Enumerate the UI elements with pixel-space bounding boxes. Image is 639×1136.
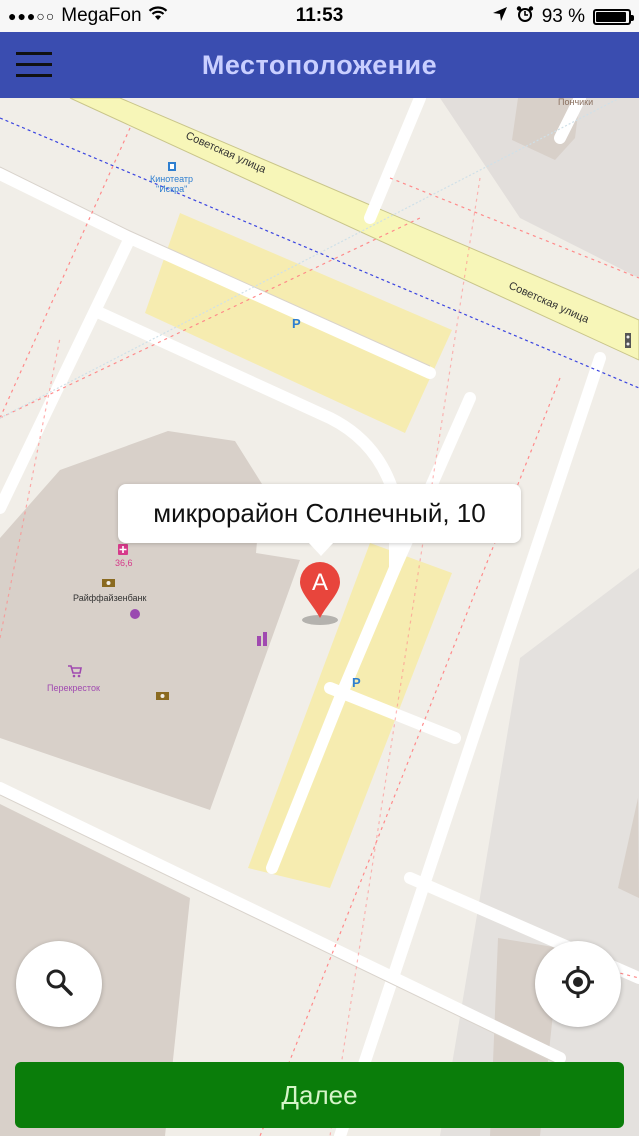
cinema-name-label: "Искра" (156, 184, 187, 194)
address-text: микрорайон Солнечный, 10 (153, 498, 486, 528)
pharmacy-label: 36,6 (115, 558, 133, 568)
status-right: 93 % (492, 5, 634, 29)
next-button[interactable]: Далее (15, 1062, 624, 1128)
battery-percent: 93 % (541, 6, 585, 27)
battery-fill (596, 12, 626, 22)
status-bar: ●●●○○ MegaFon 11:53 93 % (0, 0, 639, 32)
top-right-label: Пончики (558, 98, 593, 107)
traffic-light-icon (625, 333, 631, 348)
parking-label-2: P (352, 675, 361, 690)
search-button[interactable] (16, 941, 102, 1027)
parking-label-1: P (292, 316, 301, 331)
bank-label: Райффайзенбанк (73, 593, 147, 603)
address-callout: микрорайон Солнечный, 10 (118, 484, 521, 556)
bank-icon (102, 579, 115, 587)
location-arrow-icon (492, 6, 508, 28)
marker-letter: A (312, 569, 328, 596)
atm-icon (156, 692, 169, 700)
battery-icon (593, 9, 634, 25)
poi-dot (130, 609, 140, 619)
locate-me-button[interactable] (535, 941, 621, 1027)
search-icon (44, 967, 74, 1002)
alarm-icon (516, 5, 534, 29)
cinema-icon (168, 162, 176, 171)
navigation-bar: Местоположение (0, 32, 639, 98)
supermarket-label: Перекресток (47, 683, 100, 693)
next-button-label: Далее (281, 1079, 358, 1110)
pharmacy-icon (118, 544, 128, 555)
cinema-label: Кинотеатр (150, 174, 193, 184)
crosshair-icon (561, 965, 595, 1004)
page-title: Местоположение (201, 50, 438, 80)
